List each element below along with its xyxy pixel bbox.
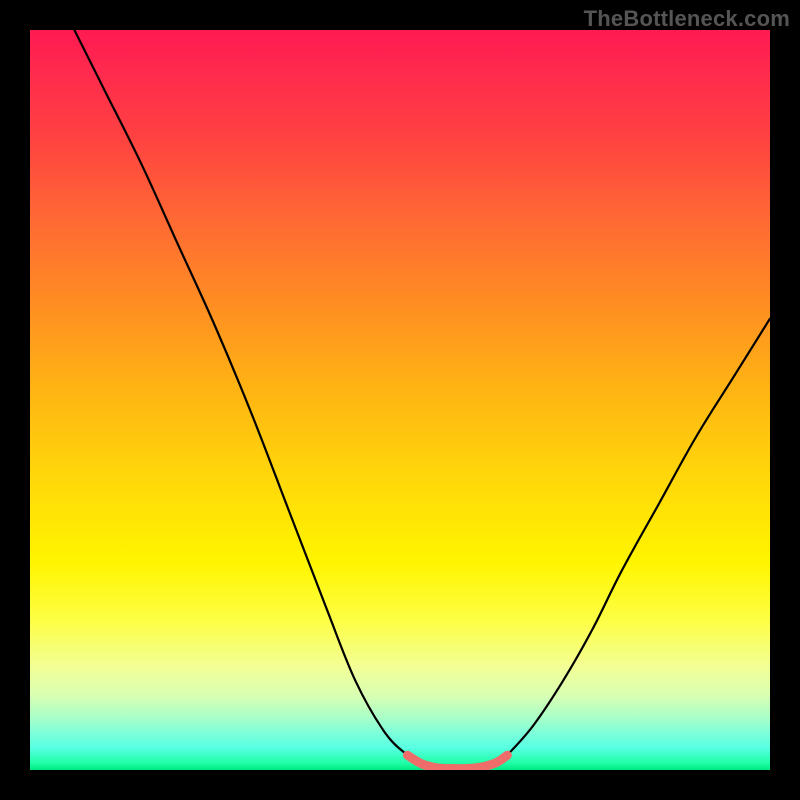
chart-frame: TheBottleneck.com (0, 0, 800, 800)
curve-layer (30, 30, 770, 770)
watermark-text: TheBottleneck.com (584, 6, 790, 32)
left-curve (74, 30, 407, 755)
right-curve (507, 319, 770, 756)
plot-area (30, 30, 770, 770)
bottom-segment (407, 755, 507, 768)
